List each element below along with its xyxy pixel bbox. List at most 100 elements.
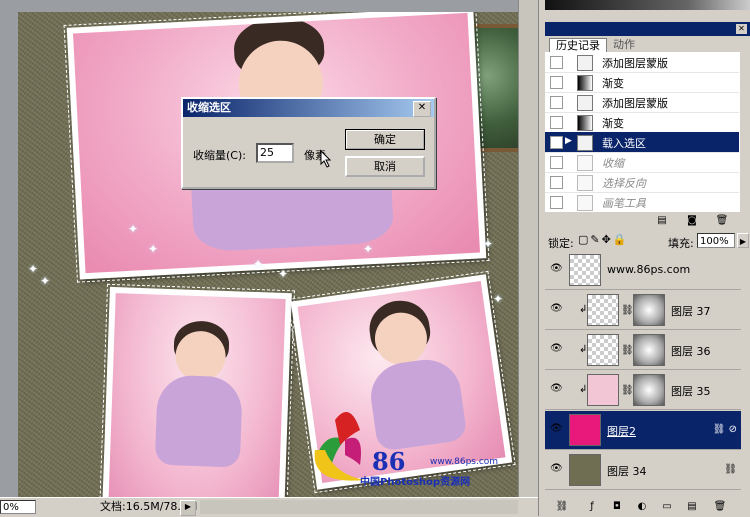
lock-icons[interactable]: ▢✎✥🔒	[578, 233, 629, 246]
trash-icon[interactable]: 🗑	[715, 215, 729, 227]
snapshot-checkbox[interactable]	[550, 56, 563, 69]
history-panel-titlebar[interactable]	[545, 22, 750, 36]
link-chain-icon[interactable]: ⛓	[621, 345, 634, 356]
sparkle-icon: ✦	[253, 257, 264, 271]
snapshot-checkbox[interactable]	[550, 116, 563, 129]
dialog-title: 收缩选区 ✕	[183, 99, 434, 117]
history-item[interactable]: 选择反向	[545, 172, 739, 193]
history-item-label: 收缩	[602, 157, 624, 170]
new-document-from-state-icon[interactable]: ▤	[655, 215, 669, 227]
new-snapshot-icon[interactable]: ◙	[685, 215, 699, 227]
logo-caption: 中国Photoshop资源网	[360, 477, 471, 488]
document-window: ✦ ✦ ✦ ✦ ✦ ✦ ✦ ✦ ✦ 86 www.86ps.com 中国Phot…	[0, 0, 539, 516]
visibility-eye-icon[interactable]: 👁	[550, 264, 563, 274]
sparkle-icon: ✦	[148, 242, 159, 256]
history-item-label: 渐变	[602, 117, 624, 130]
close-button[interactable]: ✕	[413, 101, 431, 117]
layer-name: 图层 36	[671, 345, 711, 358]
layer-thumbnail	[587, 294, 619, 326]
history-item-selected[interactable]: ▶ 载入选区	[545, 132, 739, 153]
sparkle-icon: ✦	[28, 262, 39, 276]
sparkle-icon: ✦	[363, 242, 374, 256]
layer-row[interactable]: 👁 ↲ ⛓ 图层 35	[545, 371, 741, 410]
visibility-eye-icon[interactable]: 👁	[550, 464, 563, 474]
cancel-button[interactable]: 取消	[345, 156, 425, 177]
layer-mask-thumbnail[interactable]	[633, 374, 665, 406]
snapshot-checkbox[interactable]	[550, 196, 563, 209]
snapshot-checkbox[interactable]	[550, 156, 563, 169]
layer-style-icon[interactable]: ƒ	[585, 501, 599, 513]
brush-icon	[577, 195, 593, 211]
fill-input[interactable]: 100%	[697, 233, 735, 248]
layer-mask-thumbnail[interactable]	[633, 294, 665, 326]
fill-dropdown-icon[interactable]: ▶	[737, 233, 749, 248]
link-layers-icon[interactable]: ⛓	[555, 501, 569, 513]
link-chain-icon[interactable]: ⛓	[621, 385, 634, 396]
new-layer-icon[interactable]: ▤	[685, 501, 699, 513]
adjustment-layer-icon[interactable]: ◐	[635, 501, 649, 513]
shrink-amount-input[interactable]: 25	[256, 143, 294, 163]
layer-name: 图层2	[607, 425, 636, 438]
layer-row[interactable]: 👁 www.86ps.com	[545, 251, 741, 290]
sparkle-icon: ✦	[128, 222, 139, 236]
history-scrollbar[interactable]	[740, 52, 750, 212]
tab-history[interactable]: 历史记录	[549, 38, 607, 53]
link-fx-icon[interactable]: ⛓ ⊘	[713, 424, 737, 435]
layer-row[interactable]: 👁 图层 34 ⛓	[545, 451, 741, 490]
history-item-label: 添加图层蒙版	[602, 57, 668, 70]
lock-image-icon[interactable]: ✎	[590, 233, 601, 246]
visibility-eye-icon[interactable]: 👁	[550, 344, 563, 354]
layer-thumbnail	[587, 334, 619, 366]
layer-row-selected[interactable]: 👁 图层2 ⛓ ⊘	[545, 411, 741, 450]
history-item-label: 选择反向	[602, 177, 646, 190]
visibility-eye-icon[interactable]: 👁	[550, 304, 563, 314]
history-item[interactable]: 添加图层蒙版	[545, 92, 739, 113]
layer-name: www.86ps.com	[607, 263, 691, 276]
link-chain-icon[interactable]: ⛓	[621, 305, 634, 316]
doc-icon	[577, 155, 593, 171]
visibility-eye-icon[interactable]: 👁	[550, 424, 563, 434]
add-mask-icon[interactable]: ◘	[610, 501, 624, 513]
lock-label: 锁定:	[548, 237, 574, 250]
sparkle-icon: ✦	[40, 274, 51, 288]
trash-icon[interactable]: 🗑	[713, 501, 727, 513]
logo-number: 86	[372, 447, 406, 476]
new-group-icon[interactable]: ▭	[660, 501, 674, 513]
history-panel-tabs: 历史记录 动作	[545, 36, 750, 53]
history-footer: ▤ ◙ 🗑	[545, 212, 750, 230]
snapshot-checkbox[interactable]	[550, 136, 563, 149]
snapshot-checkbox[interactable]	[550, 176, 563, 189]
history-item[interactable]: 添加图层蒙版	[545, 52, 739, 73]
layer-row[interactable]: 👁 ↲ ⛓ 图层 37	[545, 291, 741, 330]
vertical-scrollbar[interactable]	[518, 0, 539, 497]
layer-name: 图层 35	[671, 385, 711, 398]
sparkle-icon: ✦	[483, 237, 494, 251]
status-menu-arrow-icon[interactable]: ▶	[180, 500, 196, 516]
layer-mask-thumbnail[interactable]	[633, 334, 665, 366]
lock-transparent-icon[interactable]: ▢	[578, 233, 590, 246]
history-item[interactable]: 收缩	[545, 152, 739, 173]
ok-button[interactable]: 确定	[345, 129, 425, 150]
layer-name: 图层 37	[671, 305, 711, 318]
visibility-eye-icon[interactable]: 👁	[550, 384, 563, 394]
horizontal-scrollbar[interactable]	[200, 500, 518, 514]
zoom-field[interactable]: 0%	[0, 500, 36, 514]
lock-all-icon[interactable]: 🔒	[613, 233, 629, 246]
tab-actions[interactable]: 动作	[607, 38, 641, 52]
history-item-label: 载入选区	[602, 137, 646, 150]
panel-close-icon[interactable]: ✕	[736, 24, 747, 34]
history-item-label: 添加图层蒙版	[602, 97, 668, 110]
history-item[interactable]: 渐变	[545, 72, 739, 93]
lock-position-icon[interactable]: ✥	[602, 233, 613, 246]
logo-url: www.86ps.com	[430, 457, 499, 467]
snapshot-checkbox[interactable]	[550, 96, 563, 109]
shrink-amount-label: 收缩量(C):	[193, 149, 246, 162]
history-item[interactable]: 渐变	[545, 112, 739, 133]
dialog-title-text: 收缩选区	[187, 101, 231, 114]
link-chain-icon[interactable]: ⛓	[724, 464, 737, 475]
history-item[interactable]: 画笔工具	[545, 192, 739, 213]
snapshot-checkbox[interactable]	[550, 76, 563, 89]
doc-icon	[577, 95, 593, 111]
layer-row[interactable]: 👁 ↲ ⛓ 图层 36	[545, 331, 741, 370]
layers-list: 👁 www.86ps.com 👁 ↲ ⛓ 图层 37 👁 ↲ ⛓ 图层 36 👁…	[545, 251, 750, 491]
